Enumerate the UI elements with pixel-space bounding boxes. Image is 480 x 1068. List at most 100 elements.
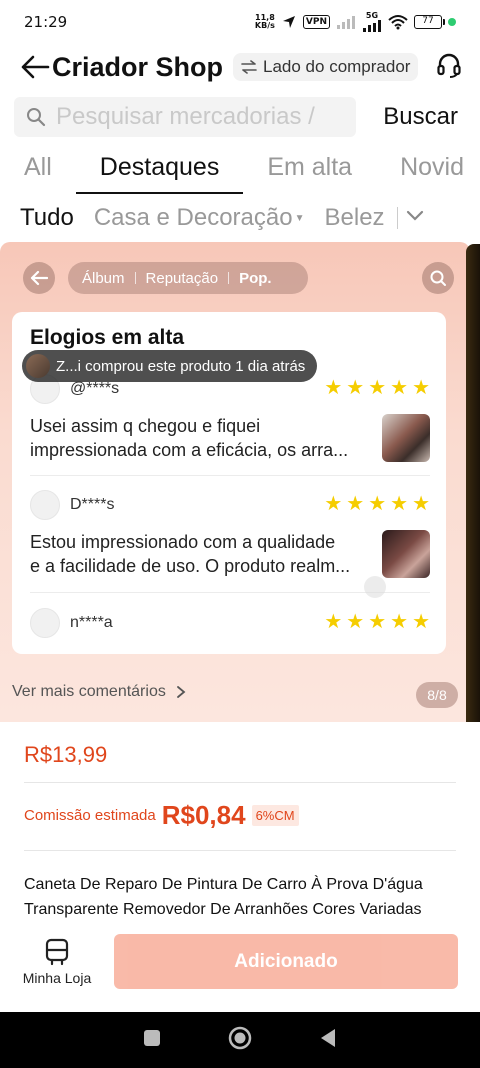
bottom-action-bar: Minha Loja Adicionado xyxy=(0,928,480,1000)
battery-indicator: 77 xyxy=(414,15,445,29)
search-button[interactable]: Buscar xyxy=(383,103,458,131)
review-segment-control: Álbum Reputação Pop. xyxy=(68,262,308,294)
category-beleza[interactable]: Belez xyxy=(315,204,395,232)
avatar xyxy=(30,490,60,520)
swap-icon xyxy=(241,60,257,74)
wifi-icon xyxy=(388,15,408,30)
triangle-back-icon xyxy=(320,1028,335,1047)
review-header: n****a xyxy=(30,608,113,638)
review-text: Estou impressionado com a qualidade e a … xyxy=(30,532,351,576)
review-photo[interactable] xyxy=(382,414,430,462)
status-icons: 11,8 KB/s VPN 5G 77 xyxy=(255,12,456,32)
star-icon: ★ xyxy=(324,611,343,633)
category-casa[interactable]: Casa e Decoração ▼ xyxy=(84,204,315,232)
star-icon: ★ xyxy=(346,377,365,399)
star-icon: ★ xyxy=(390,377,409,399)
panel-back-button[interactable] xyxy=(23,262,55,294)
category-expand-button[interactable] xyxy=(406,209,424,227)
headset-icon xyxy=(437,53,461,78)
app-screen: 21:29 11,8 KB/s VPN 5G 77 Criador Shop L xyxy=(0,0,480,1068)
system-nav-bar xyxy=(0,1012,480,1068)
status-time: 21:29 xyxy=(24,13,68,31)
star-icon: ★ xyxy=(346,493,365,515)
panel-search-button[interactable] xyxy=(422,262,454,294)
main-tabs: All Destaques Em alta Novid xyxy=(0,142,480,194)
customer-service-button[interactable] xyxy=(436,52,462,83)
avatar xyxy=(30,608,60,638)
star-icon: ★ xyxy=(390,493,409,515)
review-photo[interactable] xyxy=(382,530,430,578)
reviewer-name: n****a xyxy=(70,614,113,631)
store-icon xyxy=(45,938,69,966)
segment-reputacao[interactable]: Reputação xyxy=(146,270,219,287)
notification-dot xyxy=(448,18,456,26)
more-comments-link[interactable]: Ver mais comentários xyxy=(12,683,186,701)
square-icon xyxy=(144,1029,161,1046)
video-edge xyxy=(466,244,480,722)
location-icon xyxy=(282,16,295,28)
added-button[interactable]: Adicionado xyxy=(114,934,458,989)
home-button[interactable] xyxy=(228,1026,252,1055)
toast-text: Z...i comprou este produto 1 dia atrás xyxy=(56,357,306,375)
tab-novidades[interactable]: Novid xyxy=(376,142,480,194)
chevron-right-icon xyxy=(176,686,186,698)
commission-badge: 6%CM xyxy=(251,805,299,826)
my-store-button[interactable]: Minha Loja xyxy=(22,938,92,986)
search-row: Pesquisar mercadorias / Buscar xyxy=(0,96,480,138)
commission-label: Comissão estimada xyxy=(24,807,156,824)
back-button[interactable] xyxy=(18,50,52,84)
divider xyxy=(30,475,430,476)
buyer-side-toggle[interactable]: Lado do comprador xyxy=(233,53,419,81)
star-rating: ★ ★ ★ ★ ★ xyxy=(324,494,430,514)
commission-value: R$0,84 xyxy=(161,800,246,830)
star-icon: ★ xyxy=(412,377,430,399)
buyer-side-label: Lado do comprador xyxy=(263,57,411,76)
tab-all[interactable]: All xyxy=(0,142,76,194)
search-placeholder: Pesquisar mercadorias / xyxy=(56,103,315,130)
star-icon: ★ xyxy=(324,493,343,515)
star-icon: ★ xyxy=(368,493,387,515)
search-input[interactable]: Pesquisar mercadorias / xyxy=(14,97,356,137)
review-text: Usei assim q chegou e fiquei impressiona… xyxy=(30,416,349,460)
reviewer-name: @****s xyxy=(70,380,120,397)
divider xyxy=(396,207,398,229)
category-tudo[interactable]: Tudo xyxy=(0,204,84,232)
signal-icon xyxy=(337,16,355,29)
star-icon: ★ xyxy=(412,493,430,515)
search-icon xyxy=(27,108,46,127)
product-title: Caneta De Reparo De Pintura De Carro À P… xyxy=(24,876,423,918)
my-store-label: Minha Loja xyxy=(22,970,92,986)
caret-down-icon: ▼ xyxy=(294,213,305,225)
segment-album[interactable]: Álbum xyxy=(82,270,125,287)
star-icon: ★ xyxy=(368,377,387,399)
network-speed: 11,8 KB/s xyxy=(254,13,275,30)
star-icon: ★ xyxy=(368,611,387,633)
star-icon: ★ xyxy=(390,611,409,633)
shop-header: Criador Shop Lado do comprador xyxy=(0,44,480,90)
purchase-toast: Z...i comprou este produto 1 dia atrás xyxy=(22,350,318,382)
reviewer-name: D****s xyxy=(70,496,115,513)
media-pager: 8/8 xyxy=(416,682,458,708)
tab-em-alta[interactable]: Em alta xyxy=(243,142,376,194)
star-rating: ★ ★ ★ ★ ★ xyxy=(324,612,430,632)
search-icon xyxy=(430,270,446,286)
divider xyxy=(24,782,456,783)
card-title: Elogios em alta xyxy=(30,326,185,349)
shop-title: Criador Shop xyxy=(52,51,224,82)
status-bar: 21:29 11,8 KB/s VPN 5G 77 xyxy=(0,0,480,44)
network-type: 5G xyxy=(362,12,382,32)
recents-button[interactable] xyxy=(143,1029,161,1052)
divider xyxy=(24,850,456,851)
star-rating: ★ ★ ★ ★ ★ xyxy=(324,378,430,398)
back-nav-button[interactable] xyxy=(319,1028,337,1053)
category-bar: Tudo Casa e Decoração ▼ Belez xyxy=(0,196,480,240)
star-icon: ★ xyxy=(346,611,365,633)
star-icon: ★ xyxy=(412,611,430,633)
vpn-badge: VPN xyxy=(302,15,330,29)
segment-pop[interactable]: Pop. xyxy=(239,270,272,287)
star-icon: ★ xyxy=(324,377,343,399)
cell-signal-icon xyxy=(363,20,381,32)
divider xyxy=(228,272,230,284)
back-arrow-icon xyxy=(21,55,50,79)
tab-destaques[interactable]: Destaques xyxy=(75,142,244,194)
